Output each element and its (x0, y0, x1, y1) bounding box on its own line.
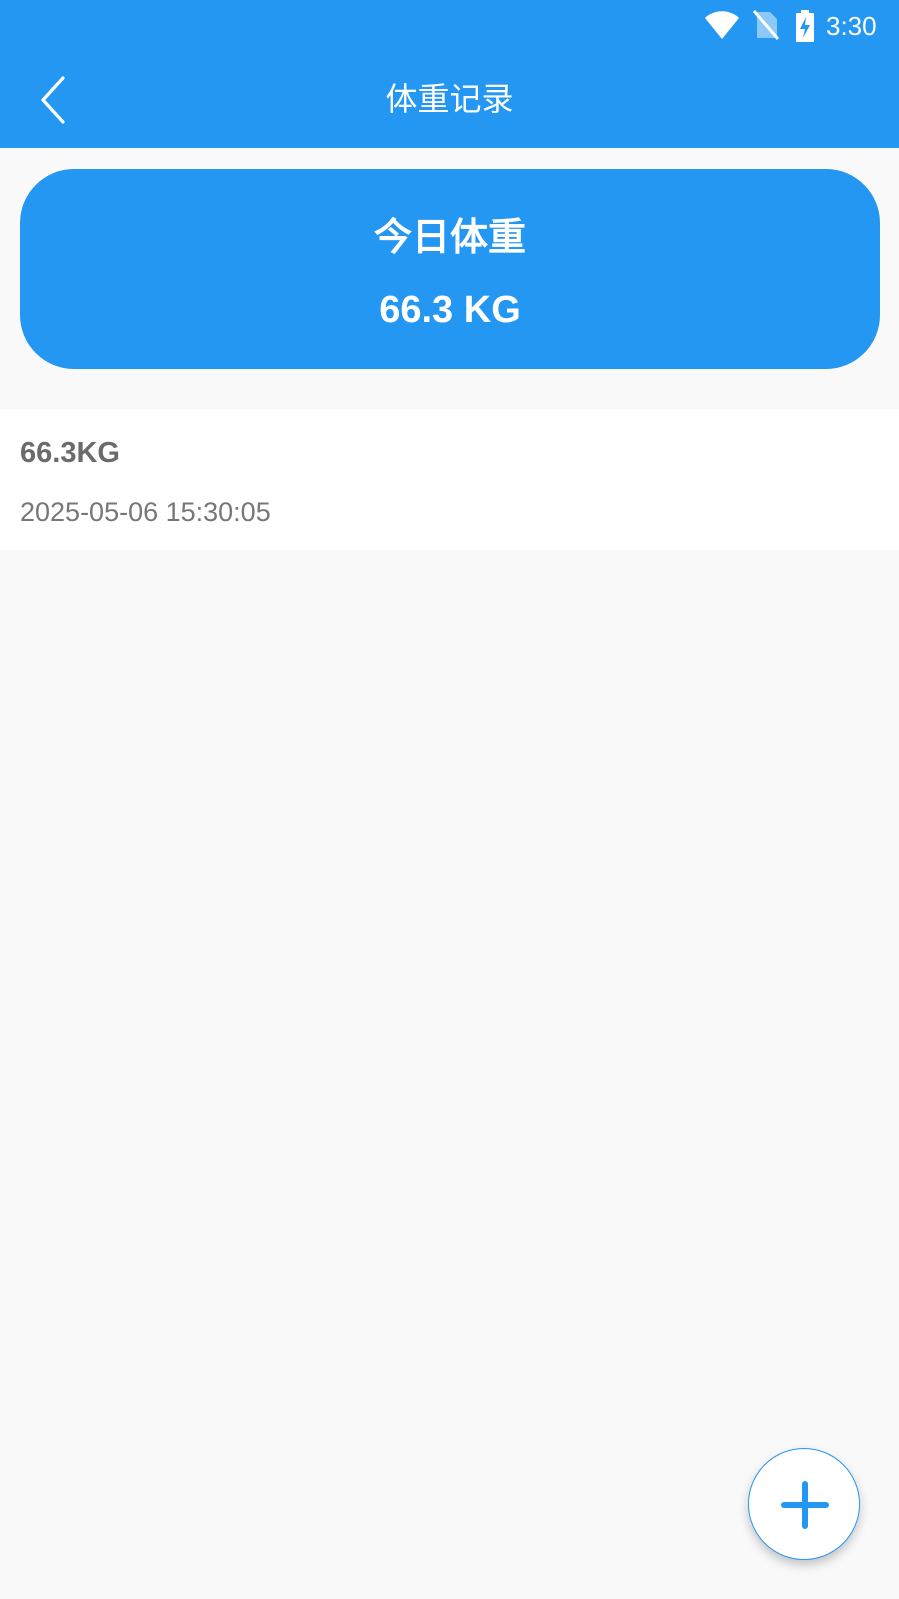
today-weight-label: 今日体重 (373, 215, 526, 259)
weight-record-list: 66.3KG 2025-05-06 15:30:05 (0, 409, 899, 550)
list-item[interactable]: 66.3KG 2025-05-06 15:30:05 (0, 409, 899, 550)
status-time: 3:30 (826, 11, 877, 41)
page-title: 体重记录 (385, 80, 514, 118)
record-weight: 66.3KG (20, 437, 120, 469)
plus-icon (781, 1481, 829, 1529)
battery-charging-icon (796, 10, 814, 42)
record-timestamp: 2025-05-06 15:30:05 (20, 497, 271, 527)
status-bar: 3:30 (0, 0, 899, 52)
app-header: 3:30 体重记录 (0, 0, 899, 148)
no-sim-icon (753, 10, 779, 40)
wifi-icon (705, 11, 739, 39)
today-weight-value: 66.3 KG (379, 289, 521, 331)
add-record-button[interactable] (748, 1448, 860, 1560)
today-weight-card: 今日体重 66.3 KG (20, 169, 880, 369)
